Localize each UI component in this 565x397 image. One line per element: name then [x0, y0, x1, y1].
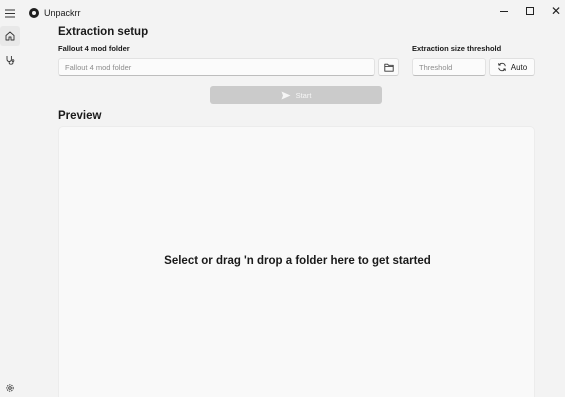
start-button-label: Start — [295, 90, 312, 100]
close-icon: ✕ — [550, 4, 562, 18]
home-icon — [5, 31, 15, 41]
nav-item-diagnostics[interactable] — [0, 50, 20, 70]
nav-item-settings[interactable] — [0, 378, 20, 397]
hamburger-icon — [5, 9, 15, 17]
threshold-input[interactable] — [412, 58, 486, 76]
mod-folder-label: Fallout 4 mod folder — [58, 44, 130, 53]
folder-drop-zone[interactable]: Select or drag 'n drop a folder here to … — [58, 126, 535, 397]
nav-item-home[interactable] — [0, 26, 20, 46]
drop-zone-message: Select or drag 'n drop a folder here to … — [164, 255, 431, 267]
close-button[interactable]: ✕ — [541, 0, 565, 22]
extraction-setup-title: Extraction setup — [58, 26, 149, 38]
auto-button-label: Auto — [510, 62, 528, 72]
mod-folder-input[interactable] — [58, 58, 375, 76]
send-icon — [281, 91, 291, 99]
folder-icon — [383, 63, 394, 72]
stethoscope-icon — [6, 56, 15, 65]
title-bar: Unpackrr ✕ — [0, 0, 565, 26]
auto-threshold-button[interactable]: Auto — [489, 58, 535, 76]
app-logo-icon — [29, 8, 39, 18]
preview-title: Preview — [58, 110, 102, 122]
maximize-icon — [526, 7, 534, 15]
threshold-label: Extraction size threshold — [412, 44, 502, 53]
nav-menu-button[interactable] — [0, 3, 20, 23]
app-window: Unpackrr ✕ Extraction setup Fallout 4 mo… — [0, 0, 565, 397]
refresh-icon — [497, 62, 506, 72]
app-title: Unpackrr — [44, 8, 81, 18]
gear-icon — [6, 384, 14, 392]
start-button[interactable]: Start — [210, 86, 382, 104]
minimize-icon — [500, 11, 508, 12]
browse-folder-button[interactable] — [378, 58, 399, 76]
